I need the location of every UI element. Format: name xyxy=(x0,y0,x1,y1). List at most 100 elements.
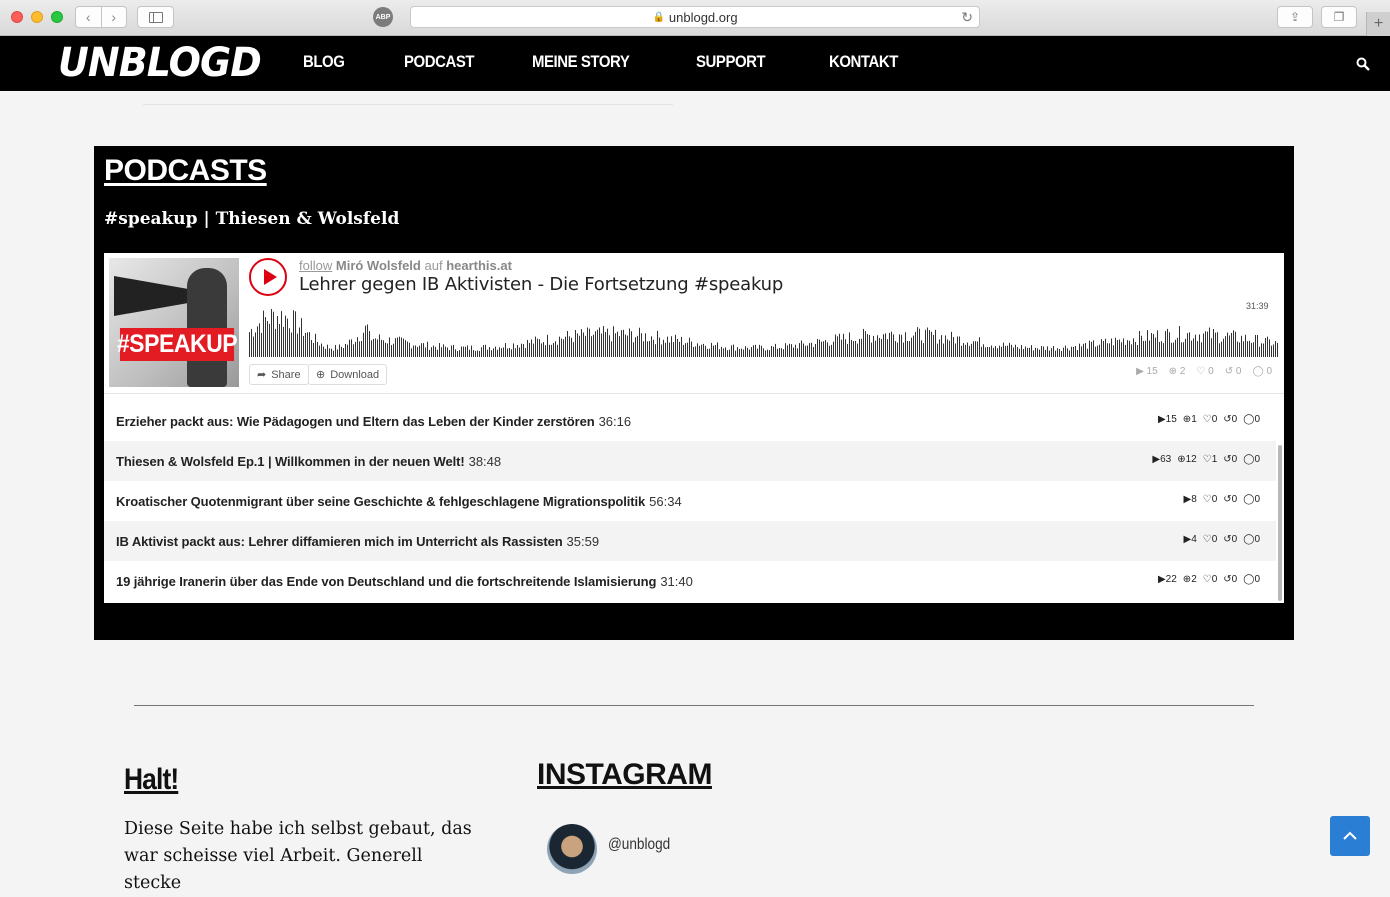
likes-stat[interactable]: ♡ 0 xyxy=(1196,366,1213,377)
track-title[interactable]: Lehrer gegen IB Aktivisten - Die Fortset… xyxy=(299,274,783,295)
reposts-stat[interactable]: ↺0 xyxy=(1223,534,1237,545)
reposts-stat[interactable]: ↺0 xyxy=(1223,494,1237,505)
waveform-bar xyxy=(849,332,850,357)
waveform-bar xyxy=(307,332,308,357)
waveform-bar xyxy=(617,331,618,357)
waveform-bar xyxy=(755,344,756,357)
address-bar[interactable]: 🔒 unblogd.org ↻ xyxy=(410,6,980,28)
nav-blog[interactable]: BLOG xyxy=(303,52,345,72)
waveform-bar xyxy=(641,333,642,357)
reposts-stat[interactable]: ↺ 0 xyxy=(1225,366,1242,377)
waveform-bar xyxy=(505,343,506,357)
new-tab-icon[interactable]: + xyxy=(1366,12,1390,36)
waveform-bar xyxy=(301,318,302,357)
waveform-bar xyxy=(481,347,482,357)
track-list: Erzieher packt aus: Wie Pädagogen und El… xyxy=(104,401,1276,601)
share-button[interactable]: ➦ Share xyxy=(249,364,309,385)
waveform-bar xyxy=(581,329,582,357)
share-icon[interactable]: ⇪ xyxy=(1277,6,1313,28)
waveform-bar xyxy=(265,317,266,357)
waveform-bar xyxy=(859,338,860,357)
waveform-bar xyxy=(299,327,300,357)
comments-stat[interactable]: ◯0 xyxy=(1243,494,1260,505)
cover-image[interactable]: #SPEAKUP xyxy=(109,258,239,387)
track-row[interactable]: Kroatischer Quotenmigrant über seine Ges… xyxy=(104,481,1276,521)
waveform-bar xyxy=(971,343,972,357)
comments-stat[interactable]: ◯0 xyxy=(1243,414,1260,425)
likes-stat[interactable]: ♡0 xyxy=(1203,534,1218,545)
waveform-bar xyxy=(623,329,624,357)
likes-stat[interactable]: ♡1 xyxy=(1203,454,1218,465)
site-logo[interactable]: UNBLOGD xyxy=(58,40,262,86)
track-row[interactable]: Erzieher packt aus: Wie Pädagogen und El… xyxy=(104,401,1276,441)
comments-stat[interactable]: ◯0 xyxy=(1243,454,1260,465)
megaphone-graphic xyxy=(114,276,194,316)
nav-support[interactable]: SUPPORT xyxy=(696,52,766,72)
waveform-bar xyxy=(825,340,826,357)
waveform-bar xyxy=(1137,344,1138,357)
waveform-bar xyxy=(1057,348,1058,357)
waveform-bar xyxy=(841,339,842,357)
download-button[interactable]: ⊕ Download xyxy=(308,364,388,385)
search-icon[interactable] xyxy=(1356,57,1370,71)
tabs-overview-icon[interactable]: ❐ xyxy=(1321,6,1357,28)
waveform-bar xyxy=(323,346,324,357)
back-to-top-button[interactable] xyxy=(1330,816,1370,856)
waveform-bar xyxy=(363,332,364,357)
waveform[interactable] xyxy=(249,307,1279,357)
comments-stat[interactable]: ◯0 xyxy=(1243,574,1260,585)
play-button[interactable] xyxy=(249,258,287,296)
likes-stat[interactable]: ♡0 xyxy=(1203,494,1218,505)
tracklist-scrollbar[interactable] xyxy=(1278,445,1282,601)
comments-stat[interactable]: ◯ 0 xyxy=(1252,366,1272,377)
halt-title: Halt! xyxy=(124,763,179,796)
zoom-window-button[interactable] xyxy=(51,11,63,23)
sidebar-toggle-button[interactable] xyxy=(137,6,174,28)
comments-stat[interactable]: ◯0 xyxy=(1243,534,1260,545)
reload-icon[interactable]: ↻ xyxy=(961,9,973,26)
nav-meine-story[interactable]: MEINE STORY xyxy=(532,52,630,72)
reposts-stat[interactable]: ↺0 xyxy=(1223,574,1237,585)
back-arrow-icon[interactable]: ‹ xyxy=(76,7,101,27)
avatar[interactable] xyxy=(547,824,597,874)
waveform-bar xyxy=(1017,347,1018,357)
waveform-bar xyxy=(445,346,446,357)
track-row[interactable]: IB Aktivist packt aus: Lehrer diffamiere… xyxy=(104,521,1276,561)
waveform-bar xyxy=(371,340,372,357)
track-row[interactable]: 19 jährige Iranerin über das Ende von De… xyxy=(104,561,1276,601)
waveform-bar xyxy=(1001,346,1002,357)
platform-link[interactable]: hearthis.at xyxy=(446,258,512,273)
waveform-bar xyxy=(717,342,718,357)
nav-kontakt[interactable]: KONTAKT xyxy=(829,52,898,72)
waveform-bar xyxy=(1219,343,1220,357)
waveform-bar xyxy=(751,346,752,357)
waveform-bar xyxy=(1221,341,1222,357)
forward-arrow-icon[interactable]: › xyxy=(100,7,127,27)
waveform-bar xyxy=(525,348,526,357)
waveform-bar xyxy=(295,311,296,357)
nav-podcast[interactable]: PODCAST xyxy=(404,52,475,72)
instagram-handle[interactable]: @unblogd xyxy=(608,836,670,854)
waveform-bar xyxy=(1013,347,1014,357)
waveform-bar xyxy=(669,342,670,357)
close-window-button[interactable] xyxy=(11,11,23,23)
likes-stat[interactable]: ♡0 xyxy=(1203,574,1218,585)
waveform-bar xyxy=(411,348,412,357)
reposts-stat[interactable]: ↺0 xyxy=(1223,454,1237,465)
follow-link[interactable]: follow xyxy=(299,258,332,273)
waveform-bar xyxy=(397,337,398,357)
minimize-window-button[interactable] xyxy=(31,11,43,23)
adblock-icon[interactable]: ABP xyxy=(373,7,393,27)
waveform-bar xyxy=(773,346,774,357)
waveform-bar xyxy=(947,339,948,357)
waveform-bar xyxy=(945,335,946,357)
track-row-title: Erzieher packt aus: Wie Pädagogen und El… xyxy=(116,413,595,429)
waveform-bar xyxy=(1147,330,1148,357)
waveform-bar xyxy=(421,343,422,357)
reposts-stat[interactable]: ↺0 xyxy=(1223,414,1237,425)
track-row[interactable]: Thiesen & Wolsfeld Ep.1 | Willkommen in … xyxy=(104,441,1276,481)
author-link[interactable]: Miró Wolsfeld xyxy=(336,258,421,273)
waveform-bar xyxy=(311,339,312,357)
waveform-bar xyxy=(1203,333,1204,357)
likes-stat[interactable]: ♡0 xyxy=(1203,414,1218,425)
